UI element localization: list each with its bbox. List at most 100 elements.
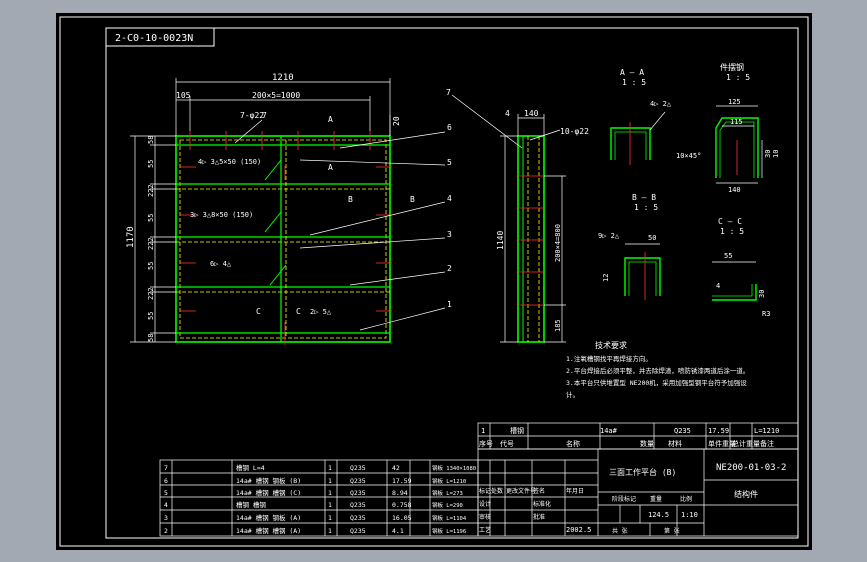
section-a-title: A – A (620, 68, 644, 77)
section-c-radius: R3 (762, 310, 770, 318)
dim-total-width: 1210 (272, 73, 294, 83)
side-dim-height: 1140 (496, 231, 505, 250)
section-b-scale: 1 : 5 (634, 203, 658, 212)
notes-line-1: 1.注氧槽钢找平再焊接方向。 (566, 354, 652, 363)
svg-text:年月日: 年月日 (566, 487, 584, 495)
svg-text:比例: 比例 (680, 495, 692, 503)
section-b-weld: 9▷ 2△ (598, 232, 620, 240)
callout-7-main: 7 (262, 111, 267, 120)
svg-text:58: 58 (147, 136, 155, 144)
side-dim-4: 4 (505, 109, 510, 118)
svg-text:槽钢: 槽钢 (510, 426, 524, 435)
title-block-type: 结构件 (734, 489, 758, 499)
bom-cell-no: 7 (164, 464, 168, 472)
section-b-title: B – B (632, 193, 656, 202)
svg-text:55: 55 (147, 312, 155, 320)
svg-text:审核: 审核 (479, 513, 491, 521)
bom-cell-note: 钢板 L=273 (432, 489, 463, 497)
side-dim-140: 140 (524, 109, 539, 118)
bom-cell-weight: 16.05 (392, 514, 412, 522)
bom-cell-name: 14a# 槽钢 槽钢 (C) (236, 488, 301, 497)
dim-edge: 20 (392, 116, 401, 126)
svg-text:签名: 签名 (533, 487, 545, 495)
bom-cell-weight: 8.94 (392, 489, 408, 497)
svg-text:处数: 处数 (491, 487, 503, 495)
section-a-weld: 4▷ 2△ (650, 100, 672, 108)
bom-cell-qty: 1 (328, 477, 332, 485)
bom-cell-weight: 42 (392, 464, 400, 472)
svg-text:工艺: 工艺 (479, 526, 491, 534)
bom-cell-name: 槽钢 L=4 (236, 463, 265, 472)
bom-cell-no: 6 (164, 477, 168, 485)
svg-text:名称: 名称 (566, 439, 580, 448)
callout-5: 5 (447, 158, 452, 167)
bom-cell-mat: Q235 (350, 489, 366, 497)
detail-chamfer: 10×45° (676, 152, 701, 160)
detail-dim-bottom: 140 (728, 186, 741, 194)
bom-cell-name: 14a# 槽钢 槽钢 (A) (236, 526, 301, 535)
section-mark-c-2: C (296, 307, 301, 316)
notes-title: 技术要求 (595, 340, 627, 350)
bom-cell-mat: Q235 (350, 464, 366, 472)
bom-cell-qty: 1 (328, 501, 332, 509)
svg-text:序号: 序号 (479, 439, 493, 448)
bom-cell-note: 钢板 L=1210 (432, 477, 466, 485)
dim-hole-note: 7-φ22 (240, 111, 264, 120)
section-c-title: C – C (718, 217, 742, 226)
svg-text:55: 55 (147, 160, 155, 168)
svg-text:代号: 代号 (500, 439, 514, 448)
title-block-date: 2002.5 (566, 526, 591, 534)
notes-line-4: 计。 (566, 390, 579, 399)
section-mark-a-top: A (328, 115, 333, 124)
bom-cell-mat: Q235 (350, 527, 366, 535)
callout-6: 6 (447, 123, 452, 132)
section-c-dim-h: 30 (758, 290, 766, 298)
bom-cell-note: 钢板 L=290 (432, 501, 463, 509)
svg-text:58: 58 (147, 334, 155, 342)
bom-cell-weight: 17.59 (392, 477, 412, 485)
detail-dim-r1: 30 (764, 150, 772, 158)
callout-7-side: 7 (446, 88, 451, 97)
section-c-dim-w: 55 (724, 252, 732, 260)
callout-4: 4 (447, 194, 452, 203)
section-c-scale: 1 : 5 (720, 227, 744, 236)
bom-cell-no: 5 (164, 489, 168, 497)
bom-cell-no: 2 (164, 527, 168, 535)
section-c-dim-l: 4 (716, 282, 720, 290)
svg-text:设计: 设计 (479, 500, 491, 508)
bom-cell-name: 14a# 槽钢 钢板 (B) (236, 476, 301, 485)
weld-note-2: 2▷ 5△ (310, 308, 332, 316)
callout-1: 1 (447, 300, 452, 309)
dim-offset: 105 (176, 91, 191, 100)
dim-pitch: 200×5=1000 (252, 91, 300, 100)
side-dim-pitch: 200×4=800 (554, 224, 562, 262)
bom-cell-name: 14a# 槽钢 钢板 (A) (236, 513, 301, 522)
detail-dim-r2: 10 (772, 150, 780, 158)
section-mark-b-1: B (348, 195, 353, 204)
svg-text:222: 222 (147, 184, 155, 197)
drawing-code: 2-C0-10-0023N (115, 33, 193, 44)
title-block-code: NE200-01-03-2 (716, 463, 786, 473)
svg-text:数量: 数量 (640, 439, 654, 448)
dim-height: 1170 (126, 226, 136, 248)
weld-note-4: 4▷ 3△5×50 (150) (198, 158, 261, 166)
title-block-title: 三面工作平台 (B) (609, 467, 676, 477)
bom-cell-weight: 0.758 (392, 501, 412, 509)
svg-text:55: 55 (147, 262, 155, 270)
section-mark-c-1: C (256, 307, 261, 316)
svg-text:17.59: 17.59 (708, 427, 729, 435)
bom-cell-mat: Q235 (350, 477, 366, 485)
svg-text:222: 222 (147, 287, 155, 300)
bom-cell-qty: 1 (328, 514, 332, 522)
detail-title: 件摆钢 (720, 62, 744, 72)
svg-text:Q235: Q235 (674, 427, 691, 435)
svg-text:14a#: 14a# (600, 427, 618, 435)
svg-text:更改文件号: 更改文件号 (506, 487, 536, 495)
side-dim-bottom: 185 (554, 319, 562, 332)
weld-note-6: 6▷ 4△ (210, 260, 232, 268)
bom-cell-qty: 1 (328, 527, 332, 535)
svg-text:重量: 重量 (650, 495, 662, 503)
svg-text:标记: 标记 (479, 487, 491, 495)
side-hole-note: 10-φ22 (560, 127, 589, 136)
title-block-weight: 124.5 (648, 511, 669, 519)
